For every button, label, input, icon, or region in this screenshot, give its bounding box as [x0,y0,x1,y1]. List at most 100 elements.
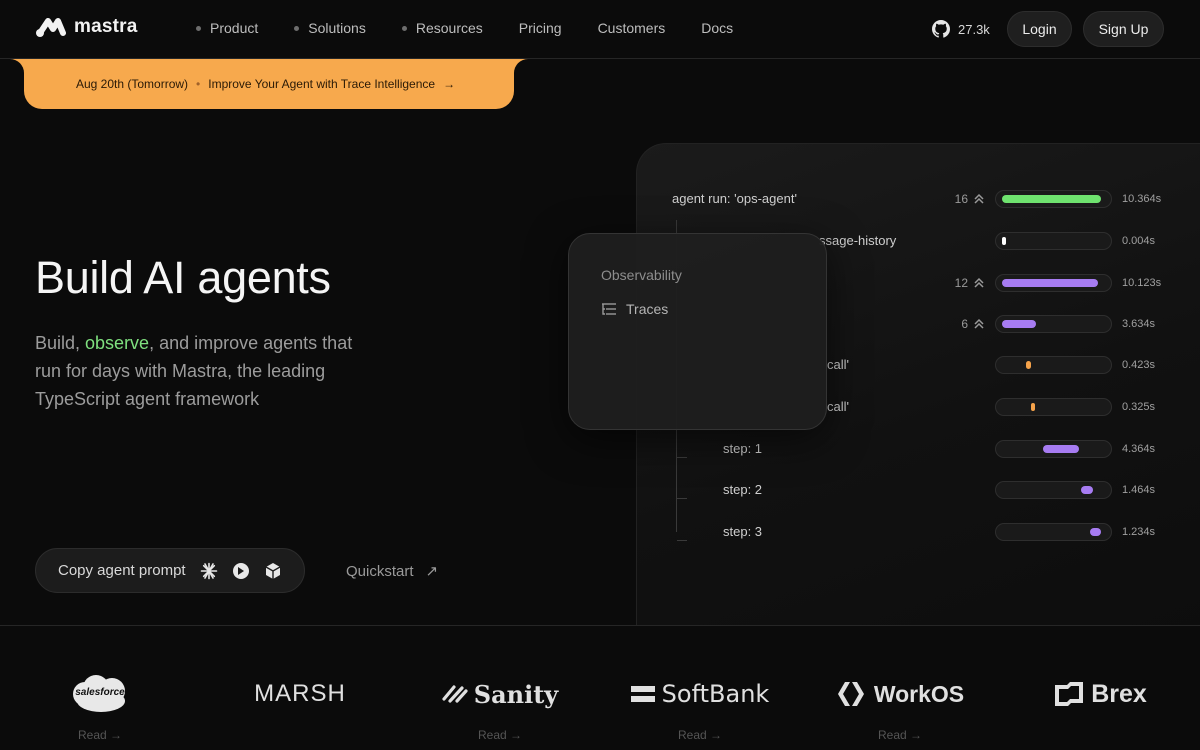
customer-sanity[interactable]: Sanity Read → [400,626,600,750]
agent-icons [200,562,282,580]
tree-branch [677,540,687,541]
span-duration-track [995,356,1112,374]
read-link[interactable]: Read → [878,728,922,742]
tree-branch [677,457,687,458]
span-duration-bar [1002,279,1098,287]
customer-workos[interactable]: WorkOS Read → [800,626,1000,750]
nav-product-label: Product [210,20,259,36]
nav-customers-label: Customers [597,20,666,36]
nav-links: Product Solutions Resources Pricing Cust… [196,20,769,36]
span-duration-bar [1031,403,1035,411]
span-duration-track [995,481,1112,499]
trace-span-label[interactable]: ssage-history [819,233,896,248]
banner-corner-right [514,59,538,73]
span-child-count[interactable]: 12 [955,276,985,290]
salesforce-logo: salesforce [69,664,131,724]
span-duration-track [995,232,1112,250]
span-count-value: 16 [954,192,968,206]
trace-span-label[interactable]: call' [827,357,849,372]
span-duration: 4.364s [1122,443,1156,455]
quickstart-link[interactable]: Quickstart ↗ [346,562,438,581]
span-duration: 1.234s [1122,526,1156,538]
brex-logo: Brex [1053,664,1147,724]
trace-span-label[interactable]: agent run: 'ops-agent' [672,191,797,206]
chevrons-up-icon [974,277,984,288]
customer-marsh[interactable]: MARSH [200,626,400,750]
softbank-wordmark: SoftBank [661,680,770,708]
salesforce-wordmark: salesforce [75,687,125,698]
span-child-count[interactable]: 16 [955,192,985,206]
nav-docs[interactable]: Docs [701,20,733,36]
banner-date: Aug 20th (Tomorrow) [76,77,189,91]
sanity-wordmark: Sanity [473,679,559,709]
trace-span-label[interactable]: step: 3 [723,524,762,539]
copy-agent-prompt-label: Copy agent prompt [58,562,186,579]
hero-sub-pre: Build, [35,333,86,353]
span-duration: 0.325s [1122,401,1156,413]
event-banner[interactable]: Aug 20th (Tomorrow) • Improve Your Agent… [24,59,514,109]
read-link[interactable]: Read → [678,728,722,742]
nav-solutions-label: Solutions [308,20,366,36]
quickstart-label: Quickstart [346,562,414,580]
nav-resources[interactable]: Resources [401,20,483,36]
banner-text: Improve Your Agent with Trace Intelligen… [208,77,436,91]
brand-name: mastra [74,16,138,37]
tree-branch [677,498,687,499]
span-duration-bar [1002,195,1101,203]
trace-span-label[interactable]: call' [827,399,849,414]
span-duration-bar [1043,445,1079,453]
nav-solutions[interactable]: Solutions [294,20,366,36]
span-duration-bar [1002,237,1006,245]
span-duration: 1.464s [1122,484,1156,496]
chevrons-up-icon [974,318,984,329]
observability-title: Observability [601,267,682,283]
top-nav: mastra Product Solutions Resources Prici… [0,0,1200,59]
span-duration-bar [1090,528,1101,536]
span-duration-track [995,523,1112,541]
hero-title: Build AI agents [35,252,331,303]
copy-agent-prompt-button[interactable]: Copy agent prompt [35,548,305,593]
span-duration-track [995,398,1112,416]
span-duration-bar [1081,486,1093,494]
customer-salesforce[interactable]: salesforce Read → [0,626,200,750]
signup-button[interactable]: Sign Up [1083,11,1164,47]
customer-brex[interactable]: Brex [1000,626,1200,750]
trace-span-label[interactable]: step: 1 [723,441,762,456]
observability-menu: Observability Traces [568,233,827,430]
span-duration-bar [1002,320,1036,328]
menu-dot-icon [196,25,201,31]
trace-span-label[interactable]: step: 2 [723,482,762,497]
nav-pricing-label: Pricing [518,20,562,36]
customer-softbank[interactable]: SoftBank Read → [600,626,800,750]
span-duration-track [995,315,1112,333]
arrow-right-icon: → [443,77,456,91]
softbank-bars-icon [630,686,655,702]
nav-customers[interactable]: Customers [598,20,666,36]
github-icon [932,20,950,38]
traces-menu-item[interactable]: Traces [601,301,668,317]
span-duration-bar [1026,361,1031,369]
banner-separator: • [196,77,201,91]
claude-icon [200,562,217,579]
span-duration: 3.634s [1122,318,1156,330]
menu-dot-icon [294,25,300,31]
read-link[interactable]: Read → [478,728,522,742]
nav-docs-label: Docs [701,20,734,36]
nav-product[interactable]: Product [196,20,258,36]
span-duration-track [995,274,1112,292]
span-count-value: 12 [954,276,968,290]
span-child-count[interactable]: 6 [961,317,985,331]
menu-dot-icon [401,25,407,31]
github-stars-link[interactable]: 27.3k [932,20,990,38]
workos-logo: WorkOS [836,664,964,724]
mastra-logo[interactable]: mastra [36,16,138,38]
span-duration-track [995,440,1112,458]
nav-resources-label: Resources [415,20,483,36]
span-duration: 10.364s [1122,193,1162,205]
banner-corner-left [0,59,24,73]
login-button[interactable]: Login [1007,11,1072,47]
traces-icon [602,303,616,315]
nav-pricing[interactable]: Pricing [519,20,562,36]
read-link[interactable]: Read → [78,728,122,742]
mastra-logo-icon [36,18,66,37]
